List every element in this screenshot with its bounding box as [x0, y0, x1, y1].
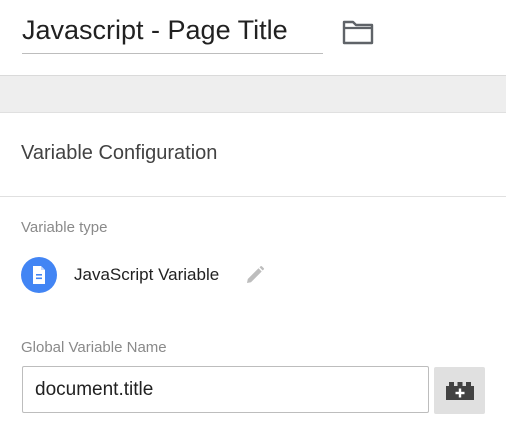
folder-icon — [342, 20, 374, 45]
insert-variable-button[interactable] — [434, 367, 485, 414]
variable-type-name: JavaScript Variable — [74, 265, 220, 284]
edit-variable-type-button[interactable] — [241, 261, 269, 289]
global-variable-name-input[interactable]: document.title — [22, 366, 429, 413]
editor-header: Javascript - Page Title — [0, 0, 506, 75]
pencil-icon — [247, 265, 265, 283]
folder-button[interactable] — [338, 13, 378, 51]
spacer-band — [0, 76, 506, 112]
section-title: Variable Configuration — [21, 142, 218, 164]
card-divider — [0, 196, 506, 197]
variable-name-input[interactable]: Javascript - Page Title — [22, 10, 323, 54]
variable-configuration-card: Variable Configuration Variable type Jav… — [0, 112, 506, 431]
global-variable-name-label: Global Variable Name — [21, 339, 167, 356]
lego-brick-add-icon — [445, 381, 474, 400]
variable-type-row: JavaScript Variable — [21, 257, 269, 293]
document-icon — [21, 257, 57, 293]
variable-type-label: Variable type — [21, 219, 108, 236]
